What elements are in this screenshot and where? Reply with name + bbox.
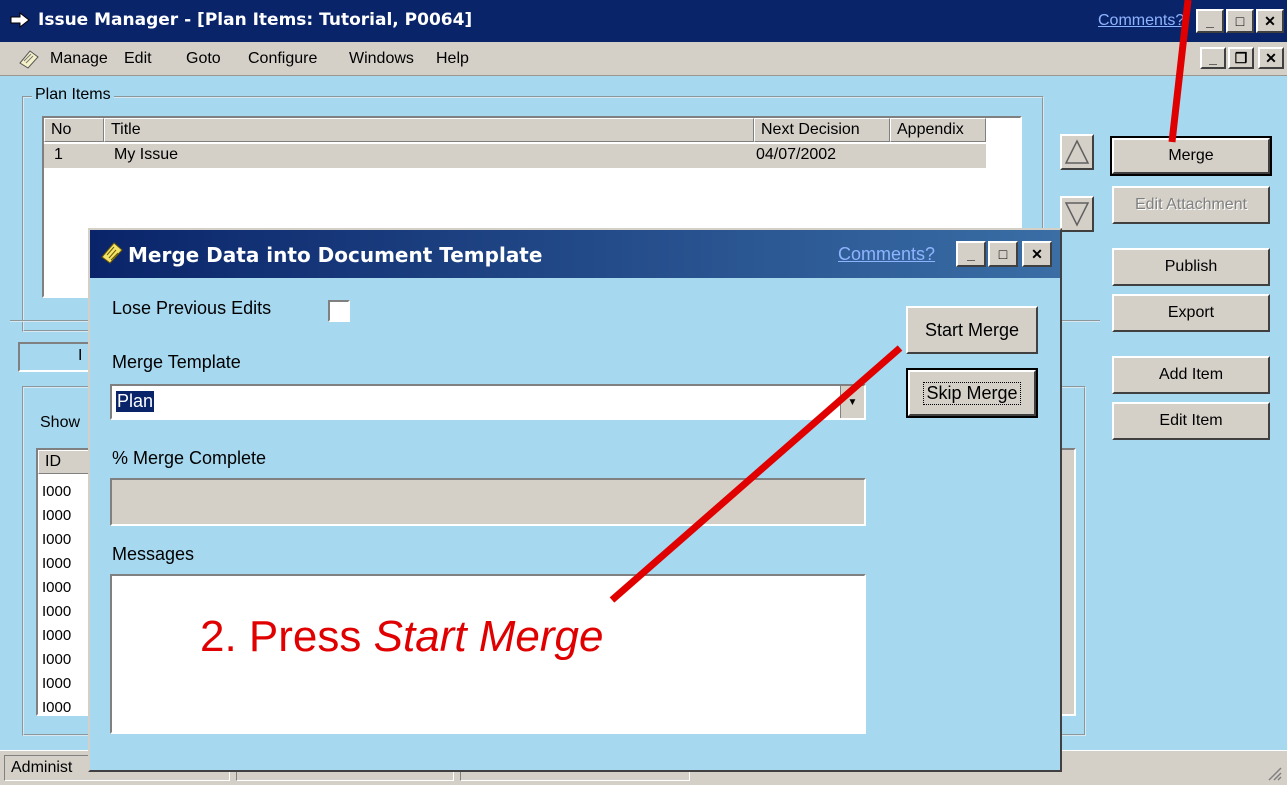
app-arrow-icon: [10, 12, 30, 28]
annotation-arrow-merge: [1168, 0, 1192, 143]
list-item[interactable]: I000: [42, 480, 71, 504]
main-titlebar: Issue Manager - [Plan Items: Tutorial, P…: [0, 0, 1287, 42]
background-tab[interactable]: I: [18, 342, 98, 372]
lose-previous-edits-checkbox[interactable]: [328, 300, 350, 322]
triangle-down-icon: [1064, 202, 1090, 227]
skip-merge-button[interactable]: Skip Merge: [906, 368, 1038, 418]
close-icon: ✕: [1265, 49, 1277, 66]
list-item[interactable]: I000: [42, 576, 71, 600]
close-icon: ✕: [1264, 12, 1276, 29]
list-item[interactable]: I000: [42, 504, 71, 528]
background-tab-label: I: [78, 347, 83, 364]
export-label: Export: [1167, 304, 1215, 321]
list-item[interactable]: I000: [42, 552, 71, 576]
document-icon: [19, 50, 39, 69]
list-item[interactable]: I000: [42, 648, 71, 672]
main-window-title: Issue Manager - [Plan Items: Tutorial, P…: [38, 10, 473, 30]
edit-item-button[interactable]: Edit Item: [1112, 402, 1270, 440]
maximize-icon: □: [1235, 13, 1245, 29]
publish-button[interactable]: Publish: [1112, 248, 1270, 286]
edit-attachment-label: Edit Attachment: [1134, 196, 1248, 213]
move-up-button[interactable]: [1060, 134, 1094, 170]
add-item-button[interactable]: Add Item: [1112, 356, 1270, 394]
list-item[interactable]: I000: [42, 624, 71, 648]
row-next-decision: 04/07/2002: [756, 146, 837, 163]
menu-goto[interactable]: Goto: [186, 50, 221, 68]
dialog-close-button[interactable]: ✕: [1022, 241, 1052, 267]
table-row[interactable]: 1 My Issue 04/07/2002: [44, 144, 986, 168]
dialog-title: Merge Data into Document Template: [128, 243, 543, 267]
menu-help[interactable]: Help: [436, 50, 469, 68]
edit-item-label: Edit Item: [1159, 412, 1223, 429]
id-column: I000 I000 I000 I000 I000 I000 I000 I000 …: [42, 480, 71, 720]
column-header-no[interactable]: No: [44, 118, 104, 142]
merge-template-value: Plan: [116, 391, 155, 412]
column-header-appendix[interactable]: Appendix: [890, 118, 986, 142]
menu-edit[interactable]: Edit: [124, 50, 152, 68]
dialog-maximize-button[interactable]: □: [988, 241, 1018, 267]
row-title: My Issue: [114, 146, 179, 163]
list-item[interactable]: I000: [42, 600, 71, 624]
percent-complete-label: % Merge Complete: [112, 448, 267, 468]
move-down-button[interactable]: [1060, 196, 1094, 232]
skip-merge-label: Skip Merge: [923, 381, 1021, 405]
menu-configure[interactable]: Configure: [248, 50, 317, 68]
annotation-emphasis: Start Merge: [373, 612, 604, 661]
close-icon: ✕: [1031, 245, 1043, 262]
minimize-icon: _: [1209, 50, 1217, 66]
mdi-minimize-button[interactable]: _: [1200, 47, 1226, 69]
minimize-icon: _: [967, 246, 975, 262]
annotation-instruction: 2. Press Start Merge: [200, 612, 604, 662]
minimize-icon: _: [1206, 13, 1214, 29]
dialog-minimize-button[interactable]: _: [956, 241, 986, 267]
maximize-button[interactable]: □: [1226, 9, 1254, 33]
dialog-comments-link[interactable]: Comments?: [838, 244, 935, 265]
list-item[interactable]: I000: [42, 672, 71, 696]
resize-grip-icon[interactable]: [1266, 765, 1282, 781]
annotation-prefix: 2. Press: [200, 612, 374, 661]
add-item-label: Add Item: [1158, 366, 1224, 383]
annotation-arrow-start-merge: [609, 345, 903, 603]
show-label: Show: [40, 414, 81, 431]
merge-template-label: Merge Template: [112, 352, 241, 372]
messages-label: Messages: [112, 544, 195, 564]
list-item[interactable]: I000: [42, 696, 71, 720]
mdi-restore-button[interactable]: ❐: [1228, 47, 1254, 69]
mdi-close-button[interactable]: ✕: [1258, 47, 1284, 69]
publish-label: Publish: [1164, 258, 1218, 275]
dialog-titlebar: Merge Data into Document Template Commen…: [90, 230, 1060, 278]
column-header-next-decision[interactable]: Next Decision: [754, 118, 890, 142]
export-button[interactable]: Export: [1112, 294, 1270, 332]
minimize-button[interactable]: _: [1196, 9, 1224, 33]
menu-bar: Manage Edit Goto Configure Windows Help …: [0, 42, 1287, 76]
lose-previous-edits-label: Lose Previous Edits: [112, 298, 272, 318]
column-header-title[interactable]: Title: [104, 118, 754, 142]
menu-manage[interactable]: Manage: [50, 50, 108, 68]
start-merge-button[interactable]: Start Merge: [906, 306, 1038, 354]
close-button[interactable]: ✕: [1256, 9, 1284, 33]
row-no: 1: [54, 146, 63, 163]
list-item[interactable]: I000: [42, 528, 71, 552]
triangle-up-icon: [1064, 139, 1090, 164]
menu-windows[interactable]: Windows: [349, 50, 414, 68]
restore-icon: ❐: [1234, 49, 1248, 66]
start-merge-label: Start Merge: [924, 319, 1020, 340]
notepad-icon: [101, 242, 123, 264]
maximize-icon: □: [998, 246, 1008, 262]
plan-items-group-label: Plan Items: [32, 86, 114, 104]
edit-attachment-button[interactable]: Edit Attachment: [1112, 186, 1270, 224]
